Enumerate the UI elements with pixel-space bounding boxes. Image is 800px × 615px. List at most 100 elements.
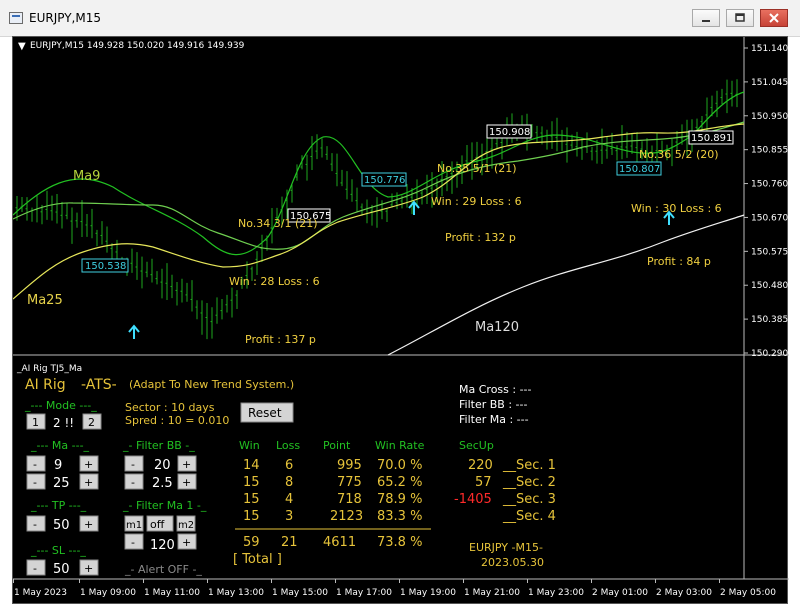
secup-sector-label: __Sec. 3	[502, 492, 556, 507]
price-axis: 151.140 151.045 150.950 150.855 150.760 150.6…	[744, 44, 788, 359]
secup-header: SecUp	[459, 439, 494, 452]
price-box-text: 150.776	[364, 175, 405, 186]
x-tick-label: 1 May 21:00	[464, 588, 520, 598]
total-win: 59	[243, 535, 260, 550]
x-tick-label: 1 May 09:00	[80, 588, 136, 598]
price-chart[interactable]: ▼ EURJPY,M15 149.928 150.020 149.916 149…	[12, 37, 789, 605]
sl-label: _--- SL ---_	[30, 544, 86, 557]
total-label: [ Total ]	[233, 552, 282, 567]
x-tick-label: 1 May 11:00	[144, 588, 200, 598]
ma120-label: Ma120	[475, 320, 519, 335]
ma25-label: Ma25	[27, 293, 63, 308]
footer-date: 2023.05.30	[481, 556, 544, 569]
stats-table: 14 6 995 70.0 % 15 8 775 65.2 % 15 4 718 78.9 % 15 3 2…	[243, 458, 422, 524]
stats-cell: 83.3 %	[377, 509, 422, 524]
stats-header-win: Win	[239, 439, 260, 452]
stats-cell: 3	[285, 509, 293, 524]
stats-cell: 65.2 %	[377, 475, 422, 490]
minus-label: -	[131, 458, 135, 471]
minus-label: -	[131, 536, 135, 549]
filter-ma-m1-label: m1	[126, 520, 142, 531]
secup-value: 57	[475, 475, 492, 490]
sl-value: 50	[53, 562, 70, 577]
window-title: EURJPY,M15	[29, 11, 101, 25]
x-tick-label: 1 May 19:00	[400, 588, 456, 598]
x-tick-label: 1 May 17:00	[336, 588, 392, 598]
chart-header-arrow[interactable]: ▼	[18, 41, 26, 52]
secup-table: 220 __Sec. 1 57 __Sec. 2 -1405 __Sec. 3 __Sec.…	[454, 458, 556, 524]
panel-subtitle: -ATS-	[81, 377, 117, 393]
plus-label: +	[84, 562, 93, 575]
price-box-text: 150.807	[619, 164, 660, 175]
stats-cell: 15	[243, 475, 260, 490]
filter-ma-label: _- Filter Ma 1 -_	[122, 499, 207, 512]
trade-label: No.34 3/1 (21)	[238, 217, 318, 230]
filter-ma-off-label: off	[150, 518, 165, 531]
restore-button[interactable]	[726, 9, 754, 27]
secup-value: 220	[468, 458, 493, 473]
bb2-value: 2.5	[152, 476, 173, 491]
y-tick-label: 150.855	[751, 146, 788, 156]
price-plot-area	[13, 37, 744, 355]
trade-profit: Profit : 132 p	[445, 231, 516, 244]
stats-header-loss: Loss	[276, 439, 300, 452]
plus-label: +	[84, 518, 93, 531]
mode-2-button-label: 2	[88, 416, 95, 429]
filter-ma-m2-label: m2	[178, 520, 194, 531]
price-box-text: 150.891	[691, 133, 732, 144]
ma-label: _--- Ma ---_	[30, 439, 90, 452]
plus-label: +	[84, 458, 93, 471]
stats-cell: 14	[243, 458, 260, 473]
panel-slogan: (Adapt To New Trend System.)	[129, 378, 294, 391]
restore-icon	[735, 13, 745, 22]
reset-button-label: Reset	[248, 406, 282, 420]
price-box-text: 150.908	[489, 127, 530, 138]
indicator-window-title: _AI Rig TJ5_Ma	[16, 364, 82, 374]
stats-cell: 15	[243, 509, 260, 524]
plus-label: +	[84, 476, 93, 489]
x-tick-label: 2 May 01:00	[592, 588, 648, 598]
y-tick-label: 150.575	[751, 247, 788, 257]
alert-status[interactable]: _- Alert OFF -_	[124, 563, 202, 576]
secup-sector-label: __Sec. 1	[502, 458, 556, 473]
y-tick-label: 150.760	[751, 180, 788, 190]
ma1-value: 9	[54, 458, 62, 473]
stats-cell: 4	[285, 492, 293, 507]
x-tick-label: 1 May 23:00	[528, 588, 584, 598]
x-tick-label: 1 May 15:00	[272, 588, 328, 598]
stats-cell: 2123	[330, 509, 363, 524]
tp-value: 50	[53, 518, 70, 533]
minus-label: -	[131, 476, 135, 489]
mode-label: _--- Mode ---_	[24, 399, 97, 412]
plus-label: +	[182, 458, 191, 471]
close-icon	[769, 13, 779, 23]
price-box-text: 150.538	[85, 261, 126, 272]
y-tick-label: 151.045	[751, 78, 788, 88]
trade-win-loss: Win : 30 Loss : 6	[631, 202, 722, 215]
sector-text: Sector : 10 days	[125, 401, 215, 414]
stats-cell: 6	[285, 458, 293, 473]
trade-profit: Profit : 137 p	[245, 333, 316, 346]
mode-value: 2 !!	[53, 416, 74, 430]
chart-area[interactable]: ▼ EURJPY,M15 149.928 150.020 149.916 149…	[12, 36, 789, 605]
stats-cell: 15	[243, 492, 260, 507]
stats-cell: 70.0 %	[377, 458, 422, 473]
time-axis: 1 May 2023 1 May 09:00 1 May 11:00 1 May 13…	[13, 579, 776, 598]
x-tick-label: 1 May 2023	[14, 588, 67, 598]
total-loss: 21	[281, 535, 298, 550]
y-tick-label: 150.290	[751, 349, 788, 359]
secup-sector-label: __Sec. 2	[502, 475, 556, 490]
stats-header-winrate: Win Rate	[375, 439, 425, 452]
total-point: 4611	[323, 535, 356, 550]
plus-label: +	[182, 536, 191, 549]
filter-status-ma-cross: Ma Cross : ---	[459, 383, 532, 396]
secup-value: -1405	[454, 492, 492, 507]
x-tick-label: 2 May 05:00	[720, 588, 776, 598]
mode-1-button-label: 1	[32, 416, 39, 429]
trade-label: No.35 5/1 (21)	[437, 162, 517, 175]
chart-header: EURJPY,M15 149.928 150.020 149.916 149.9…	[30, 41, 245, 51]
minimize-button[interactable]	[692, 9, 720, 27]
close-button[interactable]	[760, 9, 788, 27]
y-tick-label: 150.670	[751, 213, 788, 223]
footer-symbol: EURJPY -M15-	[469, 541, 543, 554]
